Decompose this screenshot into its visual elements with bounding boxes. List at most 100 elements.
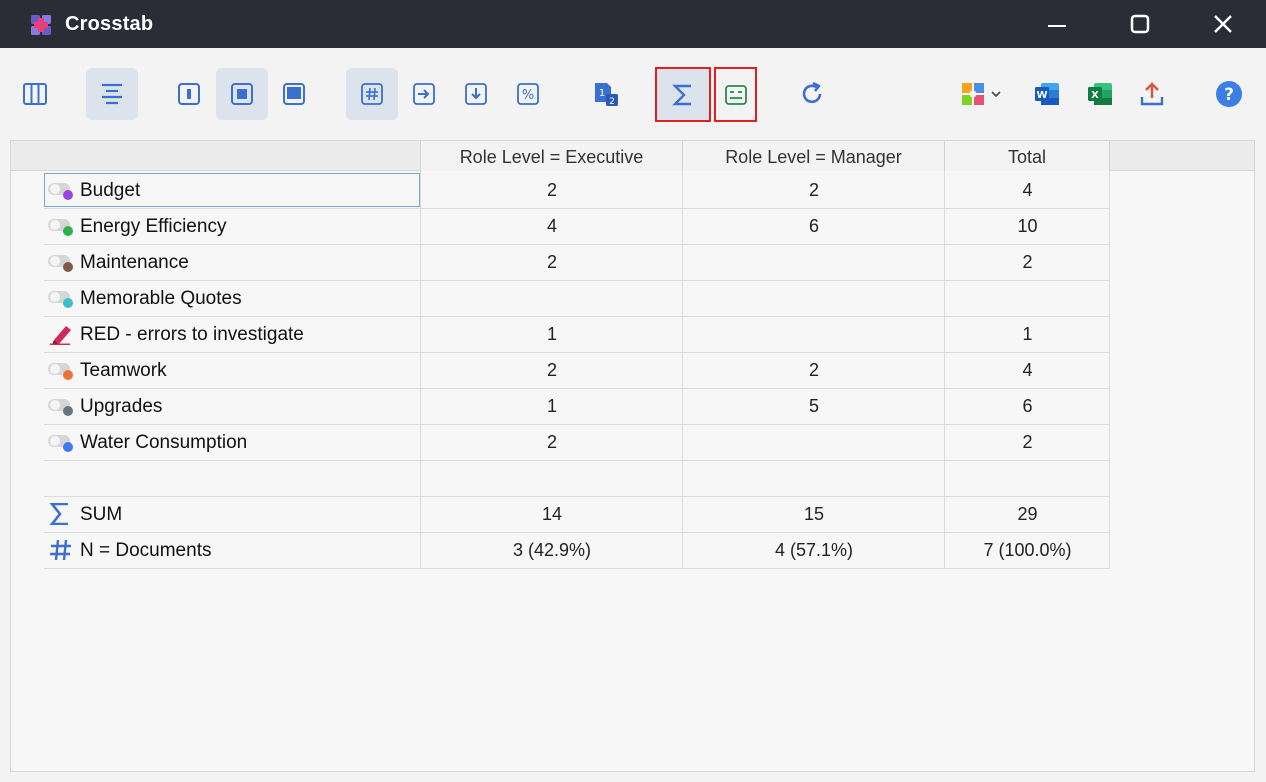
hash-icon xyxy=(361,83,383,105)
cell[interactable]: 2 xyxy=(944,244,1110,280)
cell[interactable] xyxy=(944,280,1110,316)
refresh-button[interactable] xyxy=(786,68,838,120)
help-icon: ? xyxy=(1216,81,1242,107)
code-toggle-icon xyxy=(48,291,73,308)
export-word-button[interactable]: W xyxy=(1021,68,1073,120)
sum-cell[interactable]: 29 xyxy=(944,496,1110,532)
code-toggle-icon xyxy=(48,219,73,236)
cell[interactable]: 2 xyxy=(420,424,683,460)
frame-small-button[interactable] xyxy=(163,68,215,120)
title-bar: Crosstab xyxy=(0,0,1266,48)
cell[interactable]: 4 xyxy=(944,352,1110,388)
cell[interactable]: 1 xyxy=(420,388,683,424)
cell[interactable]: 2 xyxy=(420,244,683,280)
minimize-icon xyxy=(1048,25,1066,27)
table-minus-icon xyxy=(724,84,747,105)
arrow-right-box-icon xyxy=(413,83,435,105)
row-label-energy-efficiency[interactable]: Energy Efficiency xyxy=(44,208,420,244)
upload-icon xyxy=(1140,82,1164,106)
row-label-teamwork[interactable]: Teamwork xyxy=(44,352,420,388)
totals-row-button[interactable] xyxy=(714,67,757,122)
sigma-icon xyxy=(49,503,68,525)
row-label-maintenance[interactable]: Maintenance xyxy=(44,244,420,280)
close-icon xyxy=(1214,15,1232,33)
columns-icon xyxy=(23,83,47,105)
cell[interactable]: 2 xyxy=(682,172,945,208)
cell[interactable]: 4 xyxy=(944,172,1110,208)
marker-icon xyxy=(50,326,71,345)
cell[interactable]: 10 xyxy=(944,208,1110,244)
cell[interactable]: 1 xyxy=(420,316,683,352)
help-button[interactable]: ? xyxy=(1203,68,1255,120)
columns-view-button[interactable] xyxy=(9,68,61,120)
code-toggle-icon xyxy=(48,399,73,416)
row-label-upgrades[interactable]: Upgrades xyxy=(44,388,420,424)
column-header-manager[interactable]: Role Level = Manager xyxy=(682,141,945,171)
row-percent-button[interactable] xyxy=(398,68,450,120)
export-excel-button[interactable]: X xyxy=(1074,68,1126,120)
cell[interactable] xyxy=(420,280,683,316)
table-header: Role Level = Executive Role Level = Mana… xyxy=(11,141,1254,171)
documents-cell[interactable]: 3 (42.9%) xyxy=(420,532,683,568)
number-12-icon: 12 xyxy=(595,83,618,107)
refresh-icon xyxy=(802,81,822,104)
export-button[interactable] xyxy=(1126,68,1178,120)
cell[interactable]: 6 xyxy=(682,208,945,244)
chevron-down-icon xyxy=(991,91,1001,98)
row-label-sum[interactable]: SUM xyxy=(44,496,420,532)
row-label-red-errors[interactable]: RED - errors to investigate xyxy=(44,316,420,352)
cell[interactable]: 1 xyxy=(944,316,1110,352)
svg-text:2: 2 xyxy=(609,97,615,107)
cell[interactable]: 2 xyxy=(682,352,945,388)
row-label-n-documents[interactable]: N = Documents xyxy=(44,532,420,568)
window-title: Crosstab xyxy=(65,13,154,35)
code-toggle-icon xyxy=(48,363,73,380)
cell[interactable]: 5 xyxy=(682,388,945,424)
count-button[interactable] xyxy=(346,68,398,120)
frame-small-icon xyxy=(178,83,200,105)
frame-large-icon xyxy=(283,83,305,105)
numbering-button[interactable]: 12 xyxy=(580,68,632,120)
code-toggle-icon xyxy=(48,435,73,452)
code-toggle-icon xyxy=(48,255,73,272)
crosstab-panel: Role Level = Executive Role Level = Mana… xyxy=(10,140,1255,772)
frame-medium-button[interactable] xyxy=(216,68,268,120)
cell[interactable] xyxy=(682,316,945,352)
row-label-memorable-quotes[interactable]: Memorable Quotes xyxy=(44,280,420,316)
word-icon: W xyxy=(1035,83,1059,105)
cell[interactable]: 2 xyxy=(420,172,683,208)
cell[interactable] xyxy=(682,280,945,316)
row-label-water-consumption[interactable]: Water Consumption xyxy=(44,424,420,460)
percent-icon: % xyxy=(517,83,539,105)
sum-cell[interactable]: 14 xyxy=(420,496,683,532)
cell[interactable]: 6 xyxy=(944,388,1110,424)
app-logo-icon xyxy=(31,15,51,35)
puzzle-icon xyxy=(962,83,984,105)
minimize-button[interactable] xyxy=(1042,9,1072,39)
cell[interactable] xyxy=(682,424,945,460)
column-header-total[interactable]: Total xyxy=(944,141,1110,171)
sum-button[interactable] xyxy=(655,67,711,122)
cell[interactable] xyxy=(682,244,945,280)
maximize-icon xyxy=(1130,14,1150,34)
excel-icon: X xyxy=(1088,83,1112,105)
color-scheme-button[interactable] xyxy=(952,68,1010,120)
documents-cell[interactable]: 4 (57.1%) xyxy=(682,532,945,568)
close-button[interactable] xyxy=(1208,9,1238,39)
column-header-executive[interactable]: Role Level = Executive xyxy=(420,141,683,171)
maximize-button[interactable] xyxy=(1125,9,1155,39)
cell[interactable]: 4 xyxy=(420,208,683,244)
cell[interactable]: 2 xyxy=(420,352,683,388)
svg-text:W: W xyxy=(1036,90,1047,101)
svg-text:1: 1 xyxy=(599,88,605,99)
svg-text:?: ? xyxy=(1224,85,1234,105)
cell[interactable]: 2 xyxy=(944,424,1110,460)
frame-medium-icon xyxy=(231,83,253,105)
sum-cell[interactable]: 15 xyxy=(682,496,945,532)
documents-cell[interactable]: 7 (100.0%) xyxy=(944,532,1110,568)
arrow-down-box-icon xyxy=(465,83,487,105)
frame-large-button[interactable] xyxy=(268,68,320,120)
column-percent-button[interactable] xyxy=(450,68,502,120)
align-center-button[interactable] xyxy=(86,68,138,120)
percent-button[interactable]: % xyxy=(502,68,554,120)
